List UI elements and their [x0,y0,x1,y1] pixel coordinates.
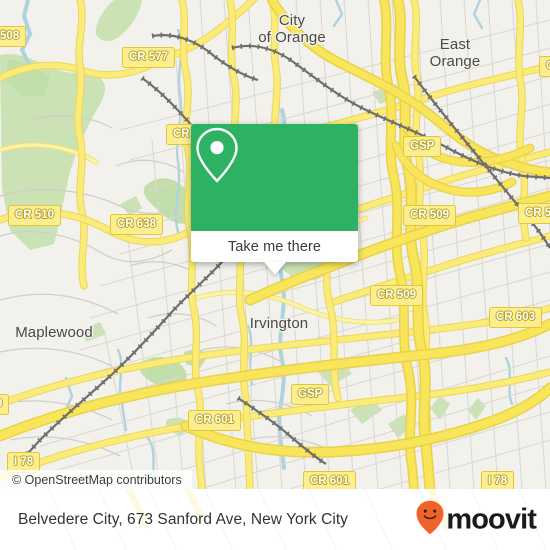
shield-cr-509-mid: CR 509 [370,285,423,306]
shield-0-edge: 0 [0,394,10,415]
info-card-body [191,124,358,231]
shield-cr-50x-edge: CR 50 [518,203,550,224]
shield-cr-577: CR 577 [122,47,175,68]
attribution-text: © OpenStreetMap contributors [12,472,182,487]
shield-cr-510: CR 510 [8,205,61,226]
info-card-pointer [263,262,286,275]
take-me-there-button[interactable]: Take me there [191,231,358,275]
shield-cr-638: CR 638 [110,214,163,235]
shield-cr-right-top: C [539,56,550,77]
shield-cr-601-bottom: CR 601 [303,471,356,489]
osm-attribution[interactable]: © OpenStreetMap contributors [0,470,192,489]
shield-508: 508 [0,26,27,47]
shield-cr-603: CR 603 [489,307,542,328]
moovit-smiley-pin-icon [415,499,445,540]
shield-i-78-bottom: I 78 [481,471,515,489]
shield-cr-509-east: CR 509 [403,205,456,226]
map-canvas[interactable]: .bg { fill:#f2f1ec; } .park { fill:#cbe3… [0,0,550,489]
location-info-card[interactable]: Take me there [191,124,358,275]
footer-bar: Belvedere City, 673 Sanford Ave, New Yor… [0,489,550,550]
take-me-there-label: Take me there [227,238,322,255]
location-title: Belvedere City, 673 Sanford Ave, New Yor… [18,510,348,528]
moovit-logo[interactable]: moovit [415,499,537,540]
moovit-wordmark: moovit [446,503,537,535]
moovit-map-screenshot: .bg { fill:#f2f1ec; } .park { fill:#cbe3… [0,0,550,550]
shield-gsp-south: GSP [291,384,330,405]
shield-gsp-north: GSP [403,136,442,157]
shield-cr-601-left: CR 601 [188,410,241,431]
